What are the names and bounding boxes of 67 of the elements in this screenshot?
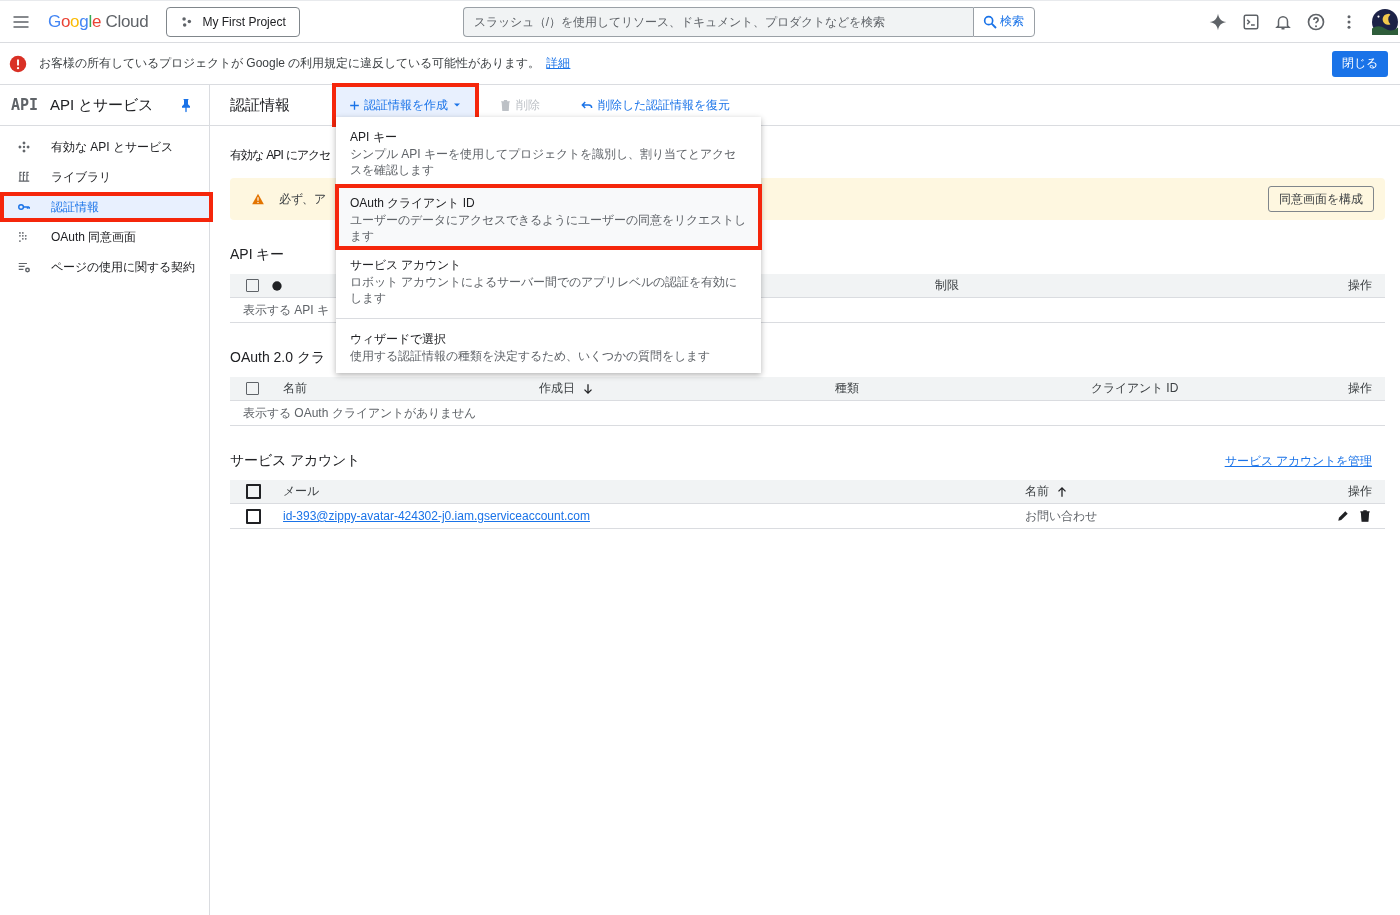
column-header[interactable]: 操作: [1348, 483, 1372, 500]
column-header[interactable]: 作成日: [539, 380, 835, 397]
checkbox[interactable]: [246, 382, 259, 395]
trash-icon: [499, 98, 512, 112]
avatar-icon[interactable]: [1372, 8, 1398, 35]
notice-text: 必ず、ア: [279, 190, 325, 208]
status-dot-icon: [270, 278, 284, 293]
menu-item-description: ユーザーのデータにアクセスできるようにユーザーの同意をリクエストします: [350, 212, 747, 244]
sidebar-item[interactable]: 認証情報: [0, 192, 213, 222]
manage-link[interactable]: サービス アカウントを管理: [1224, 452, 1372, 470]
diamond-dots-icon: [17, 140, 31, 154]
trash-icon[interactable]: [1358, 509, 1372, 523]
menu-item-description: 使用する認証情報の種類を決定するため、いくつかの質問をします: [350, 348, 711, 364]
menu-item-title: サービス アカウント: [350, 257, 463, 274]
menu-item-title: API キー: [350, 129, 398, 146]
section-title: API キー: [230, 246, 285, 264]
table-cell-text: お問い合わせ: [1025, 507, 1098, 525]
menu-item[interactable]: ウィザードで選択 使用する認証情報の種類を決定するため、いくつかの質問をします: [336, 318, 761, 369]
logo[interactable]: Google Cloud: [48, 11, 149, 32]
email-link[interactable]: id-393@zippy-avatar-424302-j0.iam.gserviceaccount.com: [283, 509, 590, 523]
section-title: OAuth 2.0 クラ: [230, 349, 325, 367]
sidebar-title: API とサービス: [50, 95, 154, 115]
checkbox[interactable]: [246, 279, 259, 292]
menu-item[interactable]: サービス アカウント ロボット アカウントによるサーバー間でのアプリレベルの認証を有効にします: [336, 251, 761, 311]
column-header[interactable]: クライアント ID: [1091, 380, 1348, 397]
column-header[interactable]: 名前: [1025, 483, 1348, 500]
search-icon: [981, 13, 998, 30]
column-header[interactable]: 操作: [1348, 277, 1372, 294]
column-header[interactable]: 種類: [835, 380, 1091, 397]
column-header[interactable]: メール: [283, 483, 1025, 500]
page-title: 認証情報: [230, 95, 290, 115]
menu-item-title: ウィザードで選択: [350, 331, 447, 348]
warning-icon: [251, 192, 265, 206]
empty-message: 表示する OAuth クライアントがありません: [242, 405, 476, 422]
menu-item[interactable]: API キー シンプル API キーを使用してプロジェクトを識別し、割り当てとアクセスを確認します: [336, 123, 761, 183]
pencil-icon[interactable]: [1336, 509, 1350, 523]
close-button[interactable]: 閉じる: [1332, 50, 1388, 77]
menu-item[interactable]: OAuth クライアント ID ユーザーのデータにアクセスできるようにユーザーの同意をリクエストします: [336, 185, 761, 249]
menu-item-title: OAuth クライアント ID: [350, 195, 476, 212]
sidebar-item[interactable]: ライブラリ: [0, 162, 209, 192]
plus-icon: [348, 98, 361, 112]
search-button[interactable]: 検索: [972, 6, 1035, 37]
checkbox[interactable]: [246, 484, 261, 499]
api-logo: API: [11, 96, 39, 114]
checkbox[interactable]: [246, 508, 261, 524]
empty-message: 表示する API キ: [242, 302, 329, 319]
list-gear-icon: [17, 260, 31, 274]
menu-item-description: ロボット アカウントによるサーバー間でのアプリレベルの認証を有効にします: [350, 274, 739, 306]
column-header[interactable]: 名前: [283, 380, 539, 397]
column-header[interactable]: 操作: [1348, 380, 1372, 397]
terminal-icon[interactable]: [1242, 12, 1260, 31]
error-icon: [9, 54, 27, 73]
details-link[interactable]: 詳細: [546, 55, 571, 72]
help-icon[interactable]: [1306, 11, 1326, 32]
search-field[interactable]: スラッシュ（/）を使用してリソース、ドキュメント、プロダクトなどを検索: [462, 6, 973, 37]
column-header[interactable]: 制限: [935, 277, 1348, 294]
project-picker[interactable]: My First Project: [166, 6, 300, 37]
sidebar-item[interactable]: 有効な API とサービス: [0, 132, 209, 162]
sidebar-item[interactable]: ページの使用に関する契約: [0, 252, 209, 282]
description-text: 有効な API にアクセ: [230, 147, 331, 164]
sidebar-item[interactable]: OAuth 同意画面: [0, 222, 209, 252]
library-icon: [17, 170, 31, 184]
banner-message: お客様の所有しているプロジェクトが Google の利用規定に違反している可能性があります。: [39, 55, 541, 72]
restore-button[interactable]: 削除した認証情報を復元: [574, 96, 736, 114]
menu-item-description: シンプル API キーを使用してプロジェクトを識別し、割り当てとアクセスを確認します: [350, 146, 737, 178]
configure-consent-button[interactable]: 同意画面を構成: [1268, 186, 1374, 212]
section-title: サービス アカウント: [230, 452, 360, 470]
